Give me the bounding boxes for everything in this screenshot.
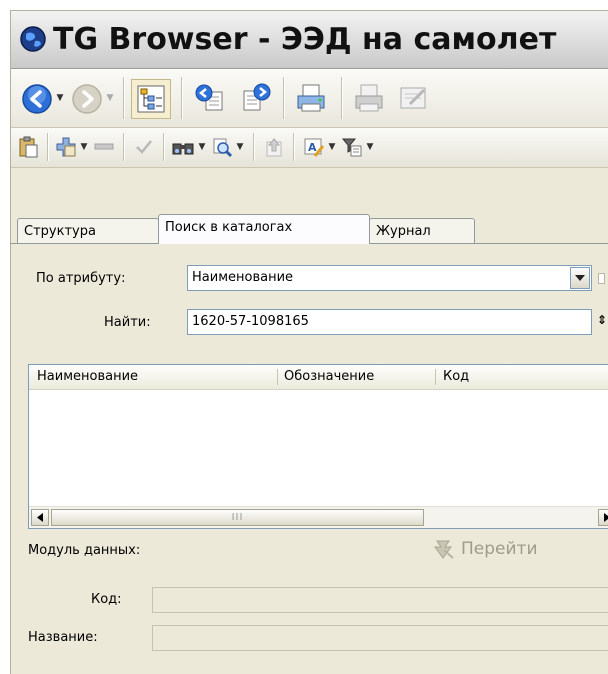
add-button[interactable] xyxy=(55,136,77,158)
forward-button[interactable] xyxy=(71,83,103,115)
svg-text:A: A xyxy=(308,141,317,154)
toolbar-separator xyxy=(253,133,255,161)
find-input[interactable]: 1620-57-1098165 xyxy=(187,309,592,335)
tab-label: Поиск в каталогах xyxy=(165,220,293,235)
back-history-dropdown[interactable]: ▼ xyxy=(55,93,65,103)
toolbar-separator xyxy=(283,77,285,119)
globe-icon xyxy=(20,26,46,52)
edit-doc-button[interactable] xyxy=(395,81,431,115)
back-button[interactable] xyxy=(21,83,53,115)
up-button[interactable] xyxy=(263,136,285,158)
copy-icon xyxy=(195,84,223,111)
search-dropdown[interactable]: ▼ xyxy=(235,142,245,152)
window-title: TG Browser - ЭЭД на самолет xyxy=(53,22,557,57)
app-window: TG Browser - ЭЭД на самолет ▼ ▼ ▼ ▼ ▼ A … xyxy=(10,10,608,674)
back-icon xyxy=(22,84,52,114)
tree-view-button[interactable] xyxy=(131,79,171,119)
rename-dropdown[interactable]: ▼ xyxy=(327,142,337,152)
find-button[interactable] xyxy=(171,136,195,158)
column-header-designation[interactable]: Обозначение xyxy=(284,365,374,389)
attribute-label: По атрибуту: xyxy=(36,271,126,286)
name-label: Название: xyxy=(28,630,98,645)
column-divider[interactable] xyxy=(277,369,278,385)
horizontal-scrollbar[interactable]: III xyxy=(29,506,608,528)
results-table[interactable]: Наименование Обозначение Код III xyxy=(28,364,608,529)
print-icon xyxy=(297,84,325,112)
main-toolbar: ▼ ▼ xyxy=(11,69,608,128)
find-dropdown[interactable]: ▼ xyxy=(197,142,207,152)
chevron-down-icon xyxy=(575,275,585,281)
scroll-right-button[interactable] xyxy=(598,509,608,526)
add-icon xyxy=(56,137,76,157)
goto-button[interactable]: Перейти xyxy=(431,538,538,560)
tab-journal[interactable]: Журнал xyxy=(369,218,475,243)
forward-history-dropdown[interactable]: ▼ xyxy=(105,93,115,103)
up-icon xyxy=(266,138,282,157)
tab-catalog-search[interactable]: Поиск в каталогах xyxy=(158,214,370,244)
print-preview-button[interactable] xyxy=(351,81,387,115)
find-icon xyxy=(172,143,194,155)
paste-link-icon xyxy=(243,83,271,111)
clipboard-icon xyxy=(19,136,38,158)
module-label: Модуль данных: xyxy=(28,543,141,558)
scroll-left-button[interactable] xyxy=(31,509,49,526)
filter-button[interactable] xyxy=(341,136,363,158)
search-zoom-button[interactable] xyxy=(211,136,233,158)
check-button[interactable] xyxy=(133,136,155,158)
remove-button[interactable] xyxy=(93,136,115,158)
toolbar-separator xyxy=(123,77,125,119)
toolbar-separator xyxy=(181,77,183,119)
tab-structure[interactable]: Структура xyxy=(17,218,159,243)
search-zoom-icon xyxy=(213,138,233,158)
tree-view-icon xyxy=(137,85,165,113)
code-field[interactable] xyxy=(152,587,608,613)
print-button[interactable] xyxy=(293,81,329,115)
title-bar[interactable]: TG Browser - ЭЭД на самолет xyxy=(11,11,608,69)
column-header-name[interactable]: Наименование xyxy=(37,365,138,389)
find-label: Найти: xyxy=(104,315,151,330)
rename-icon: A xyxy=(304,138,325,157)
secondary-toolbar: ▼ ▼ ▼ A ▼ ▼ xyxy=(11,128,608,168)
results-header: Наименование Обозначение Код xyxy=(29,365,608,390)
add-dropdown[interactable]: ▼ xyxy=(79,142,89,152)
toolbar-separator xyxy=(293,133,295,161)
scroll-thumb[interactable]: III xyxy=(51,509,424,526)
goto-label: Перейти xyxy=(461,539,538,559)
copy-button[interactable] xyxy=(193,81,227,115)
filter-icon xyxy=(341,138,362,157)
print-preview-icon xyxy=(355,84,383,112)
expand-search-icon[interactable]: ⇕ xyxy=(597,313,607,327)
remove-icon xyxy=(94,143,114,150)
check-icon xyxy=(136,140,152,154)
tab-label: Структура xyxy=(24,224,96,239)
toolbar-separator xyxy=(47,133,49,161)
find-value: 1620-57-1098165 xyxy=(192,314,309,329)
column-header-code[interactable]: Код xyxy=(443,365,469,389)
clipboard-button[interactable] xyxy=(17,136,39,158)
forward-icon xyxy=(72,84,102,114)
chevron-left-icon xyxy=(37,513,43,522)
toolbar-separator xyxy=(163,133,165,161)
pin-icon xyxy=(434,540,454,559)
edit-doc-icon xyxy=(400,87,426,109)
column-divider[interactable] xyxy=(435,369,436,385)
code-label: Код: xyxy=(91,592,122,607)
attribute-select[interactable]: Наименование xyxy=(187,265,592,291)
side-handle[interactable] xyxy=(598,273,605,284)
toolbar-separator xyxy=(123,133,125,161)
rename-button[interactable]: A xyxy=(303,136,325,158)
name-field[interactable] xyxy=(152,625,608,651)
tab-strip: Структура Поиск в каталогах Журнал xyxy=(11,214,608,244)
scroll-grip: III xyxy=(231,512,244,523)
paste-link-button[interactable] xyxy=(239,81,273,115)
chevron-right-icon xyxy=(604,513,608,522)
attribute-dropdown-button[interactable] xyxy=(570,267,590,289)
toolbar-separator xyxy=(341,77,343,119)
attribute-value: Наименование xyxy=(192,270,294,285)
tab-label: Журнал xyxy=(376,224,431,239)
filter-dropdown[interactable]: ▼ xyxy=(365,142,375,152)
